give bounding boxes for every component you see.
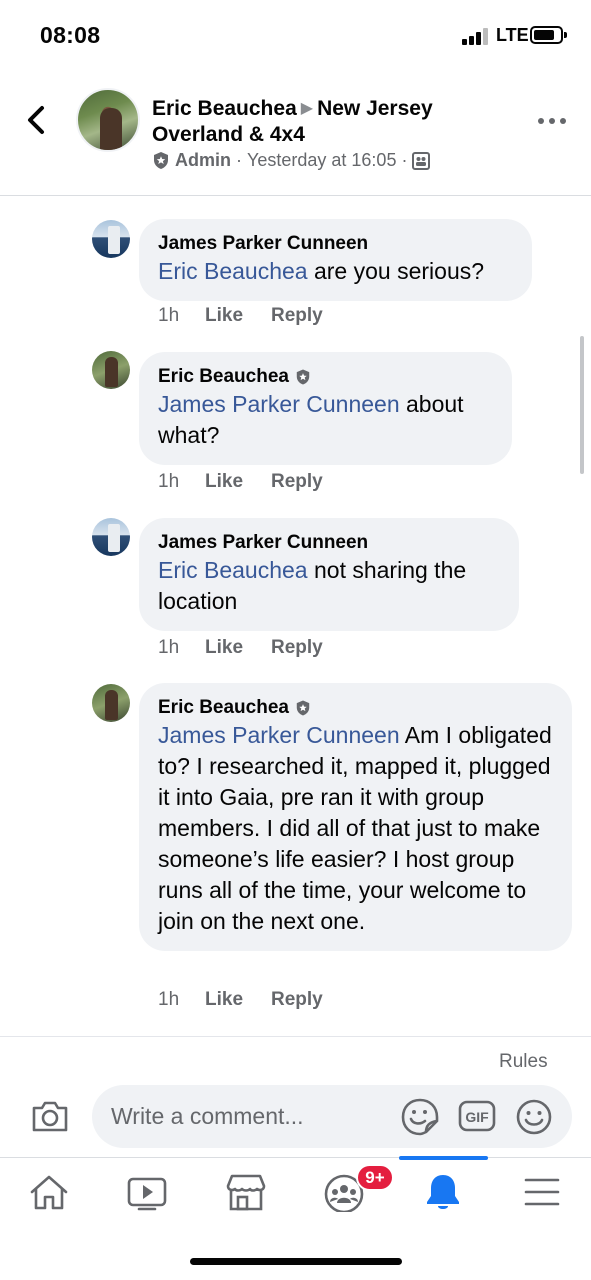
- svg-text:GIF: GIF: [465, 1109, 489, 1125]
- mention-link[interactable]: James Parker Cunneen: [158, 722, 400, 748]
- admin-badge-icon: [296, 700, 310, 716]
- like-button[interactable]: Like: [205, 989, 271, 1011]
- gif-button[interactable]: GIF: [458, 1100, 496, 1132]
- home-indicator[interactable]: [190, 1258, 402, 1265]
- camera-icon: [32, 1101, 68, 1132]
- active-tab-indicator: [399, 1156, 488, 1160]
- scrollbar[interactable]: [580, 336, 584, 474]
- commenter-avatar[interactable]: [92, 220, 130, 258]
- post-title: Eric Beauchea ▶ New Jersey Overland & 4x4: [152, 96, 512, 148]
- mention-link[interactable]: Eric Beauchea: [158, 258, 308, 284]
- comment-bubble[interactable]: Eric Beauchea James Parker Cunneen about…: [139, 352, 512, 465]
- status-bar: 08:08 LTE: [0, 0, 591, 72]
- like-button[interactable]: Like: [205, 637, 271, 659]
- signal-strength-icon: [462, 28, 492, 45]
- commenter-avatar[interactable]: [92, 684, 130, 722]
- reply-button[interactable]: Reply: [271, 989, 323, 1011]
- status-time: 08:08: [40, 22, 101, 48]
- video-icon: [127, 1177, 167, 1211]
- tab-home[interactable]: [27, 1172, 71, 1212]
- marketplace-icon: [226, 1174, 266, 1211]
- back-button[interactable]: [22, 100, 52, 140]
- comment-actions: 1h Like Reply: [158, 305, 323, 327]
- post-timestamp[interactable]: Yesterday at 16:05: [247, 150, 396, 171]
- admin-shield-icon: [154, 152, 168, 169]
- comment-text: Eric Beauchea not sharing the location: [158, 557, 467, 614]
- reply-button[interactable]: Reply: [271, 471, 323, 493]
- comment-text: James Parker Cunneen Am I obligated to? …: [158, 722, 552, 934]
- admin-badge-icon: [296, 369, 310, 385]
- menu-icon: [524, 1178, 560, 1206]
- groups-notification-badge: 9+: [356, 1164, 394, 1191]
- tab-marketplace[interactable]: [224, 1172, 268, 1212]
- comment-bubble[interactable]: Eric Beauchea James Parker Cunneen Am I …: [139, 683, 572, 951]
- meta-separator: ·: [236, 150, 242, 170]
- commenter-avatar[interactable]: [92, 518, 130, 556]
- network-type: LTE: [496, 25, 529, 45]
- camera-button[interactable]: [30, 1098, 70, 1134]
- notifications-icon: [427, 1175, 459, 1209]
- like-button[interactable]: Like: [205, 471, 271, 493]
- divider: [0, 1036, 591, 1037]
- comment-bubble[interactable]: James Parker Cunneen Eric Beauchea are y…: [139, 219, 532, 301]
- post-meta: Admin · Yesterday at 16:05 ·: [152, 150, 431, 171]
- like-button[interactable]: Like: [205, 305, 271, 327]
- comment-actions: 1h Like Reply: [158, 471, 323, 493]
- post-header: Eric Beauchea ▶ New Jersey Overland & 4x4 …: [0, 72, 591, 196]
- comment-text: Eric Beauchea are you serious?: [158, 258, 485, 284]
- rules-link[interactable]: Rules: [499, 1051, 548, 1073]
- comment-actions: 1h Like Reply: [158, 989, 323, 1011]
- emoji-button[interactable]: [515, 1098, 553, 1136]
- comment-author[interactable]: James Parker Cunneen: [158, 232, 512, 256]
- more-options-button[interactable]: [538, 116, 568, 126]
- tab-menu[interactable]: [520, 1172, 564, 1212]
- comment-author[interactable]: James Parker Cunneen: [158, 531, 499, 555]
- sticker-icon: [401, 1098, 439, 1136]
- tab-video[interactable]: [125, 1172, 169, 1212]
- tab-notifications[interactable]: [421, 1172, 465, 1212]
- group-audience-icon: [412, 151, 431, 170]
- sticker-button[interactable]: [400, 1097, 440, 1137]
- chevron-left-icon: [28, 106, 44, 134]
- mention-link[interactable]: James Parker Cunneen: [158, 391, 400, 417]
- comment-time[interactable]: 1h: [158, 637, 205, 659]
- admin-label: Admin: [175, 150, 231, 170]
- battery-icon: [530, 26, 567, 44]
- emoji-icon: [516, 1099, 552, 1135]
- comment-time[interactable]: 1h: [158, 989, 205, 1011]
- bottom-tab-bar: 9+: [0, 1156, 591, 1225]
- reply-button[interactable]: Reply: [271, 637, 323, 659]
- comment-input[interactable]: [92, 1085, 572, 1148]
- comment-actions: 1h Like Reply: [158, 637, 323, 659]
- reply-button[interactable]: Reply: [271, 305, 323, 327]
- comment-bubble[interactable]: James Parker Cunneen Eric Beauchea not s…: [139, 518, 519, 631]
- gif-icon: GIF: [458, 1100, 496, 1132]
- arrow-right-icon: ▶: [300, 100, 314, 117]
- comment-author[interactable]: Eric Beauchea: [158, 365, 492, 389]
- author-name-link[interactable]: Eric Beauchea: [152, 97, 297, 120]
- comment-author[interactable]: Eric Beauchea: [158, 696, 552, 720]
- meta-separator: ·: [401, 150, 408, 170]
- mention-link[interactable]: Eric Beauchea: [158, 557, 308, 583]
- comment-time[interactable]: 1h: [158, 471, 205, 493]
- author-avatar[interactable]: [76, 88, 140, 152]
- comment-time[interactable]: 1h: [158, 305, 205, 327]
- comment-text: James Parker Cunneen about what?: [158, 391, 464, 448]
- commenter-avatar[interactable]: [92, 351, 130, 389]
- home-icon: [30, 1175, 68, 1210]
